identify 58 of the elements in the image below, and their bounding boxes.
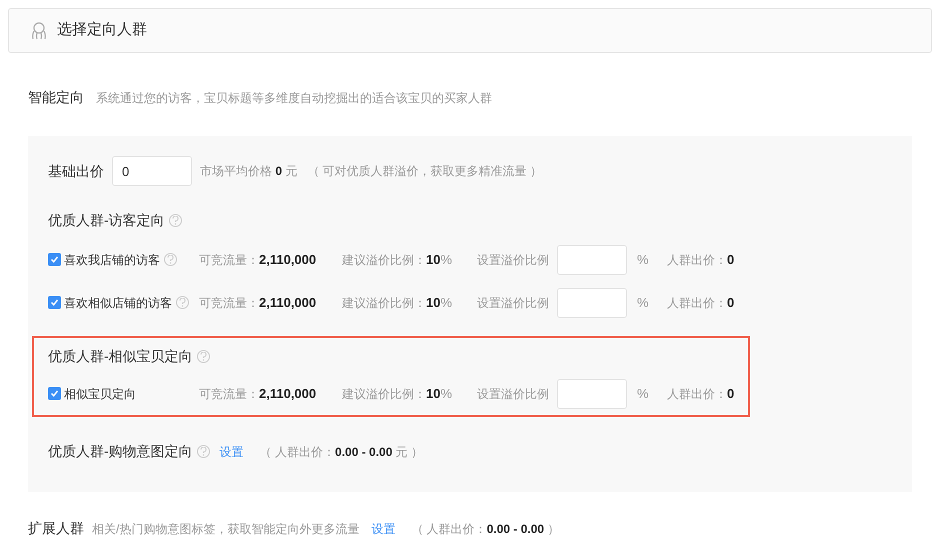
group-title: 优质人群-购物意图定向	[48, 442, 193, 461]
section-desc: 相关/热门购物意图标签，获取智能定向外更多流量	[92, 521, 360, 538]
settings-link[interactable]: 设置	[220, 442, 244, 460]
bid-label: 人群出价：	[667, 294, 727, 312]
help-icon[interactable]	[176, 296, 189, 309]
traffic-value: 2,110,000	[259, 384, 316, 403]
settings-link[interactable]: 设置	[371, 520, 396, 538]
base-bid-label: 基础出价	[48, 162, 104, 180]
crowd-bid-range: （ 人群出价：0.00 - 0.00 ）	[411, 521, 560, 538]
bid-value: 0	[727, 250, 734, 269]
crowd-icon	[29, 20, 49, 40]
option-label: 相似宝贝定向	[64, 386, 136, 402]
checkbox[interactable]	[48, 253, 61, 266]
suggest-value: 10%	[426, 250, 452, 269]
suggest-value: 10%	[426, 384, 452, 403]
percent-unit: %	[637, 384, 650, 403]
bid-label: 人群出价：	[667, 252, 727, 268]
checkbox[interactable]	[48, 387, 61, 400]
traffic-label: 可竞流量：	[199, 386, 259, 402]
option-label: 喜欢我店铺的访客	[64, 252, 160, 268]
base-bid-hint: （ 可对优质人群溢价，获取更多精准流量 ）	[307, 163, 542, 180]
suggest-value: 10%	[426, 294, 452, 312]
section-title: 扩展人群	[28, 519, 84, 538]
traffic-value: 2,110,000	[259, 294, 316, 312]
premium-input[interactable]	[557, 378, 627, 408]
group-title: 优质人群-访客定向	[48, 210, 165, 230]
section-title: 智能定向	[28, 88, 84, 107]
check-icon	[50, 298, 59, 307]
help-icon[interactable]	[168, 214, 182, 226]
set-label: 设置溢价比例	[477, 386, 550, 402]
help-icon[interactable]	[196, 350, 210, 362]
percent-unit: %	[637, 294, 650, 312]
bid-label: 人群出价：	[667, 386, 727, 402]
traffic-value: 2,110,000	[259, 250, 316, 269]
suggest-label: 建议溢价比例：	[342, 252, 426, 268]
group-title: 优质人群-相似宝贝定向	[48, 346, 193, 366]
set-label: 设置溢价比例	[477, 294, 550, 312]
help-icon[interactable]	[164, 253, 177, 266]
premium-input[interactable]	[557, 244, 627, 274]
traffic-label: 可竞流量：	[199, 294, 259, 312]
suggest-label: 建议溢价比例：	[342, 386, 426, 402]
header-title: 选择定向人群	[57, 20, 147, 40]
bid-value: 0	[727, 384, 734, 403]
suggest-label: 建议溢价比例：	[342, 294, 426, 312]
base-bid-input[interactable]: 0	[112, 156, 192, 186]
traffic-label: 可竞流量：	[199, 252, 259, 268]
crowd-bid-range: （ 人群出价：0.00 - 0.00 元 ）	[260, 444, 424, 460]
help-icon[interactable]	[196, 445, 210, 458]
market-price-note: 市场平均价格 0 元	[200, 163, 298, 180]
option-label: 喜欢相似店铺的访客	[64, 294, 172, 312]
percent-unit: %	[637, 250, 650, 269]
check-icon	[50, 255, 59, 264]
section-desc: 系统通过您的访客，宝贝标题等多维度自动挖掘出的适合该宝贝的买家人群	[96, 90, 492, 107]
premium-input[interactable]	[557, 288, 627, 318]
checkbox[interactable]	[48, 296, 61, 309]
bid-value: 0	[727, 294, 734, 312]
set-label: 设置溢价比例	[477, 252, 550, 268]
check-icon	[50, 389, 59, 398]
